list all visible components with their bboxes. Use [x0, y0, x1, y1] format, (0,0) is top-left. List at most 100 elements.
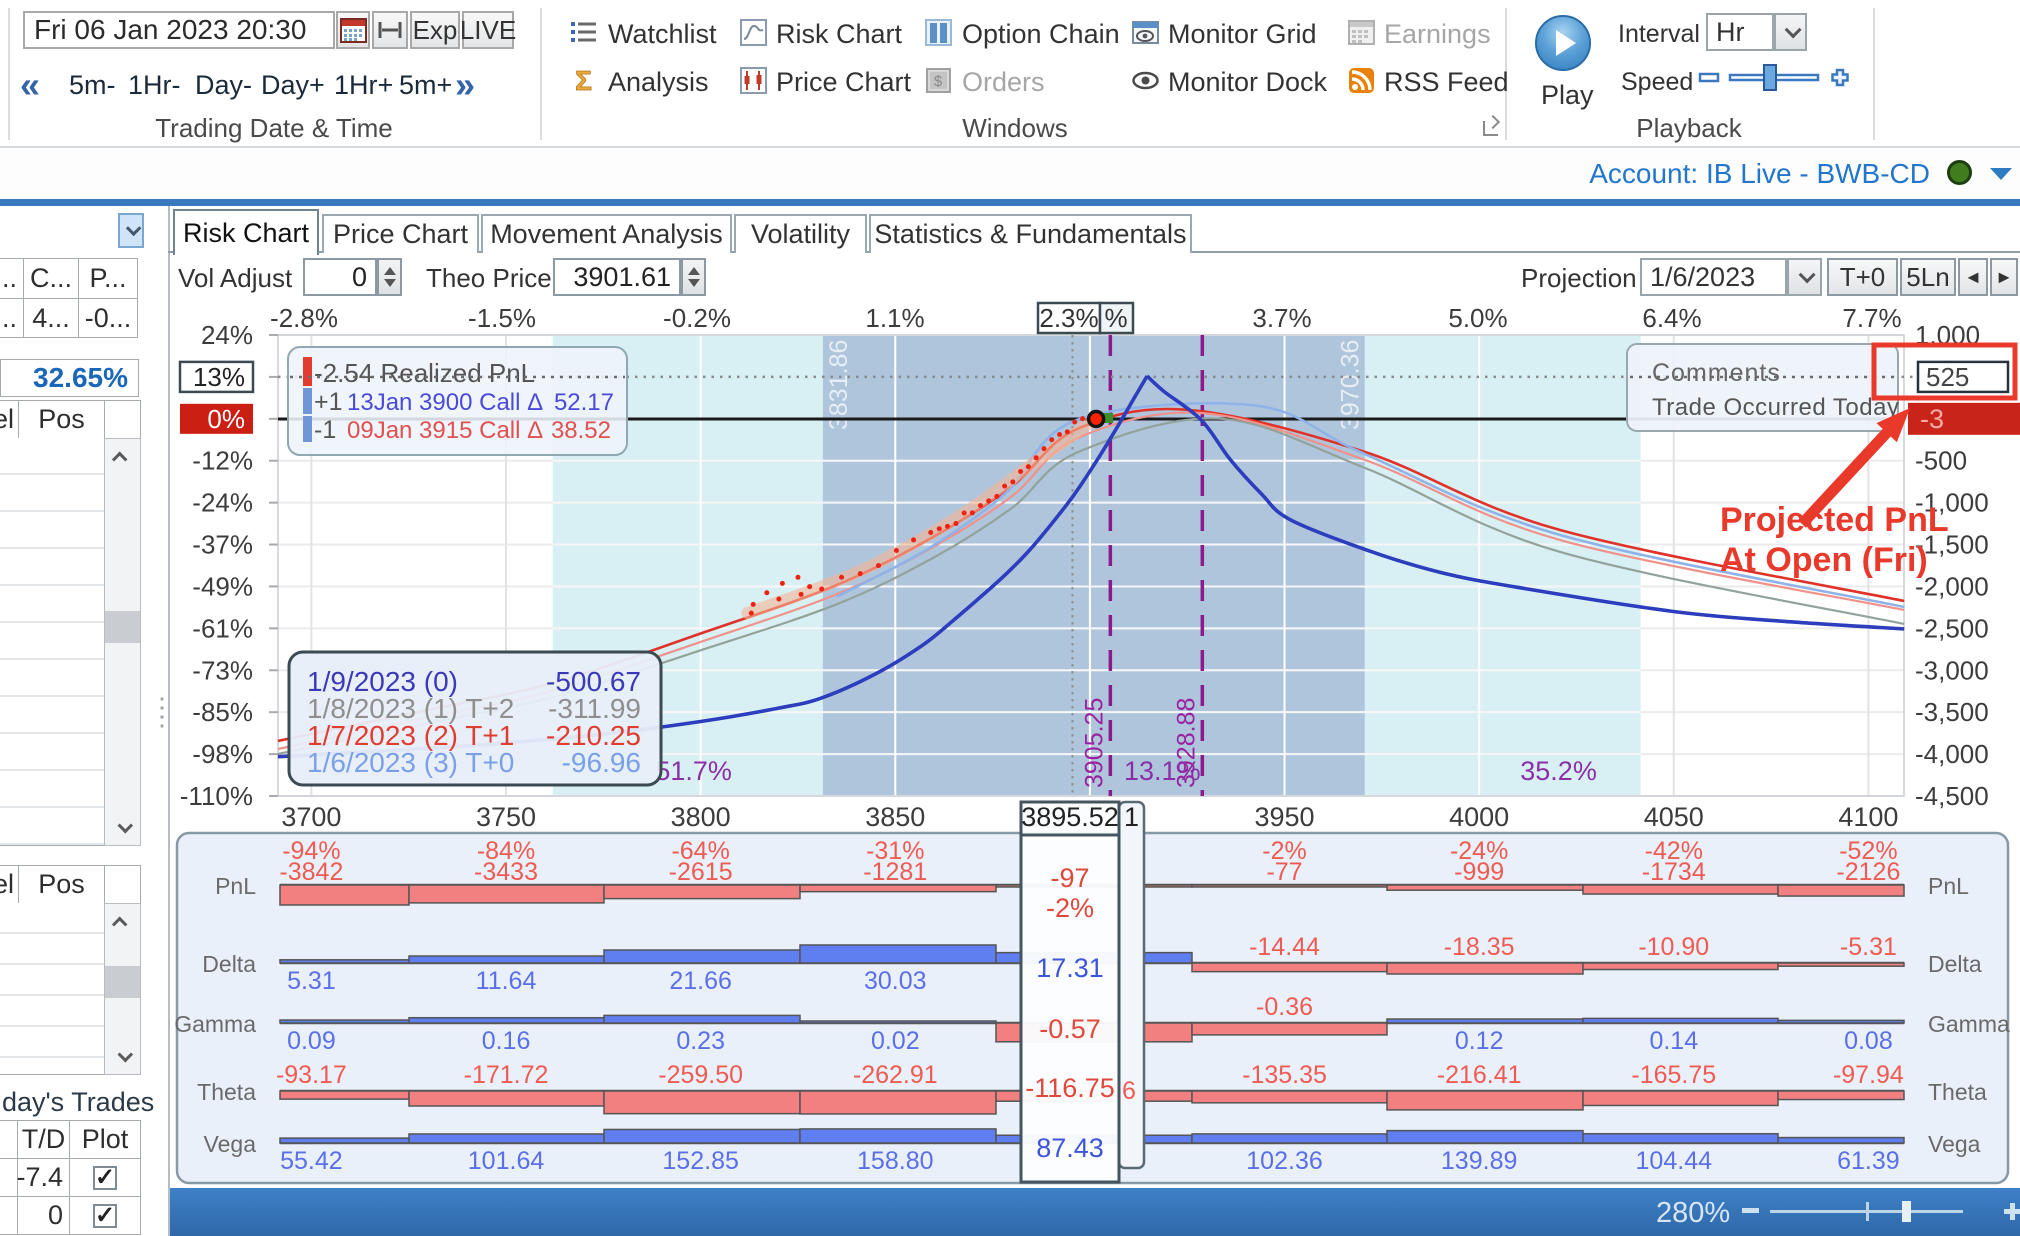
table1-header-call[interactable]: C...: [23, 258, 79, 299]
pos-table2-scrollbar[interactable]: [104, 903, 141, 1075]
account-dropdown-icon[interactable]: [1990, 168, 2012, 180]
scroll-down-icon[interactable]: [105, 811, 140, 845]
analysis-button[interactable]: Analysis: [608, 67, 709, 98]
live-button[interactable]: LIVE: [462, 11, 514, 49]
risk-chart[interactable]: 3905.253928.883831.863970.3651.7%13.1%35…: [170, 300, 2020, 1188]
scroll-down-icon[interactable]: [105, 1040, 140, 1074]
pos-table2-header-pos[interactable]: Pos: [18, 865, 105, 904]
tab-movement-analysis[interactable]: Movement Analysis: [481, 214, 732, 253]
trading-group-caption: Trading Date & Time: [8, 113, 540, 144]
projection-date-select[interactable]: 1/6/2023: [1640, 258, 1787, 296]
step-5m-minus-button[interactable]: 5m-: [69, 70, 116, 101]
scroll-up-icon[interactable]: [105, 439, 140, 473]
vol-adjust-input[interactable]: 0: [303, 258, 377, 296]
rewind-fast-button[interactable]: «: [20, 64, 33, 106]
step-1hr-minus-button[interactable]: 1Hr-: [128, 70, 181, 101]
x-top-tick-label: 7.7%: [1842, 303, 1901, 333]
leg1-qty: +1: [314, 388, 343, 416]
windows-dialog-launcher[interactable]: [1483, 121, 1498, 136]
scroll-thumb[interactable]: [105, 966, 140, 998]
trail-dot: [994, 494, 999, 499]
sidebar-collapse-button[interactable]: [118, 213, 144, 248]
tab-risk-chart[interactable]: Risk Chart: [173, 209, 319, 255]
theo-price-input[interactable]: 3901.61: [553, 258, 681, 296]
trading-datetime-field[interactable]: Fri 06 Jan 2023 20:30: [23, 11, 335, 49]
watchlist-button[interactable]: Watchlist: [608, 19, 717, 50]
leg1-desc: 13Jan 3900 Call Δ: [347, 389, 543, 416]
greek-row-label: Vega: [1928, 1131, 1981, 1157]
option-chain-button[interactable]: Option Chain: [962, 19, 1120, 50]
play-label: Play: [1541, 80, 1594, 111]
t0-button[interactable]: T+0: [1827, 258, 1898, 296]
interval-dropdown-button[interactable]: [1774, 13, 1807, 51]
x-top-tick-label: 6.4%: [1642, 303, 1701, 333]
fit-interval-button[interactable]: [372, 11, 408, 49]
theo-price-stepper[interactable]: [681, 258, 706, 296]
greek-row-label: Delta: [1928, 951, 1982, 977]
trades-header-td[interactable]: T/D: [17, 1120, 70, 1159]
monitor-grid-button[interactable]: Monitor Grid: [1168, 19, 1317, 50]
speed-thumb[interactable]: [1764, 65, 1776, 90]
greek-bar: [604, 1015, 800, 1023]
tab-statistics-fundamentals[interactable]: Statistics & Fundamentals: [869, 214, 1192, 253]
prev-projection-button[interactable]: ◄: [1958, 258, 1988, 296]
scroll-up-icon[interactable]: [105, 904, 140, 938]
step-5m-plus-button[interactable]: 5m+: [399, 70, 452, 101]
realized-pnl-label: -2.54 Realized PnL: [314, 358, 535, 388]
greek-bar: [409, 1091, 604, 1106]
pos-table-header-pos[interactable]: Pos: [18, 400, 105, 439]
greek-row-label: Delta: [202, 951, 256, 977]
x-top-tick-label: -1.5%: [468, 303, 536, 333]
trail-dot: [1010, 479, 1015, 484]
table1-header-cut: ..: [0, 258, 24, 299]
scroll-thumb[interactable]: [105, 611, 140, 643]
greek-bar: [1387, 1131, 1583, 1143]
risk-chart-button[interactable]: Risk Chart: [776, 19, 902, 50]
splitter-grip[interactable]: ⋮⋮: [149, 703, 155, 739]
pos-table2-rows[interactable]: [0, 903, 104, 1075]
zoom-thumb[interactable]: [1902, 1201, 1911, 1222]
fit-interval-icon: [377, 19, 403, 41]
monitor-dock-button[interactable]: Monitor Dock: [1168, 67, 1327, 98]
plot-checkbox[interactable]: ✓: [93, 1204, 117, 1228]
earnings-icon: [1348, 19, 1375, 46]
greek-value-label: 0.12: [1455, 1027, 1504, 1055]
forward-fast-button[interactable]: »: [455, 64, 468, 106]
play-button[interactable]: [1535, 15, 1591, 71]
table1-cell: -0...: [78, 298, 138, 338]
trail-dot: [1057, 432, 1062, 437]
greek-bar: [280, 1091, 409, 1099]
pos-table2-header-del[interactable]: el: [0, 865, 19, 904]
price-chart-button[interactable]: Price Chart: [776, 67, 911, 98]
pos-table-header-del[interactable]: el: [0, 400, 19, 439]
interval-select[interactable]: Hr: [1706, 13, 1774, 51]
step-day-minus-button[interactable]: Day-: [195, 70, 252, 101]
account-selector[interactable]: Account: IB Live - BWB-CD: [1589, 158, 1930, 190]
step-1hr-plus-button[interactable]: 1Hr+: [334, 70, 393, 101]
speed-decrease-icon[interactable]: [1700, 74, 1718, 81]
rss-feed-button[interactable]: RSS Feed: [1384, 67, 1509, 98]
greek-value-label: 101.64: [468, 1147, 545, 1175]
tab-volatility[interactable]: Volatility: [734, 214, 867, 253]
svg-text:6: 6: [1122, 1077, 1136, 1105]
account-strip: Account: IB Live - BWB-CD: [0, 150, 2020, 199]
5ln-button[interactable]: 5Ln: [1900, 258, 1956, 296]
tab-price-chart[interactable]: Price Chart: [322, 214, 479, 253]
projection-dropdown-button[interactable]: [1787, 258, 1822, 296]
pos-table-scrollbar[interactable]: [104, 438, 141, 846]
speed-slider[interactable]: [1698, 62, 1853, 94]
next-projection-button[interactable]: ►: [1990, 258, 2018, 296]
trades-header-plot[interactable]: Plot: [69, 1120, 141, 1159]
vol-adjust-stepper[interactable]: [377, 258, 402, 296]
speed-increase-icon[interactable]: [1833, 70, 1848, 85]
zoom-out-icon[interactable]: [1742, 1208, 1759, 1213]
table1-header-put[interactable]: P...: [78, 258, 138, 299]
calendar-button[interactable]: [336, 11, 370, 49]
plot-checkbox[interactable]: ✓: [93, 1166, 117, 1190]
greek-bar: [1387, 1091, 1583, 1110]
y-left-tick-label: -12%: [192, 446, 253, 476]
projection-label: Projection: [1521, 263, 1637, 294]
exp-button[interactable]: Exp: [410, 11, 460, 49]
pos-table-rows[interactable]: [0, 438, 104, 846]
step-day-plus-button[interactable]: Day+: [261, 70, 325, 101]
